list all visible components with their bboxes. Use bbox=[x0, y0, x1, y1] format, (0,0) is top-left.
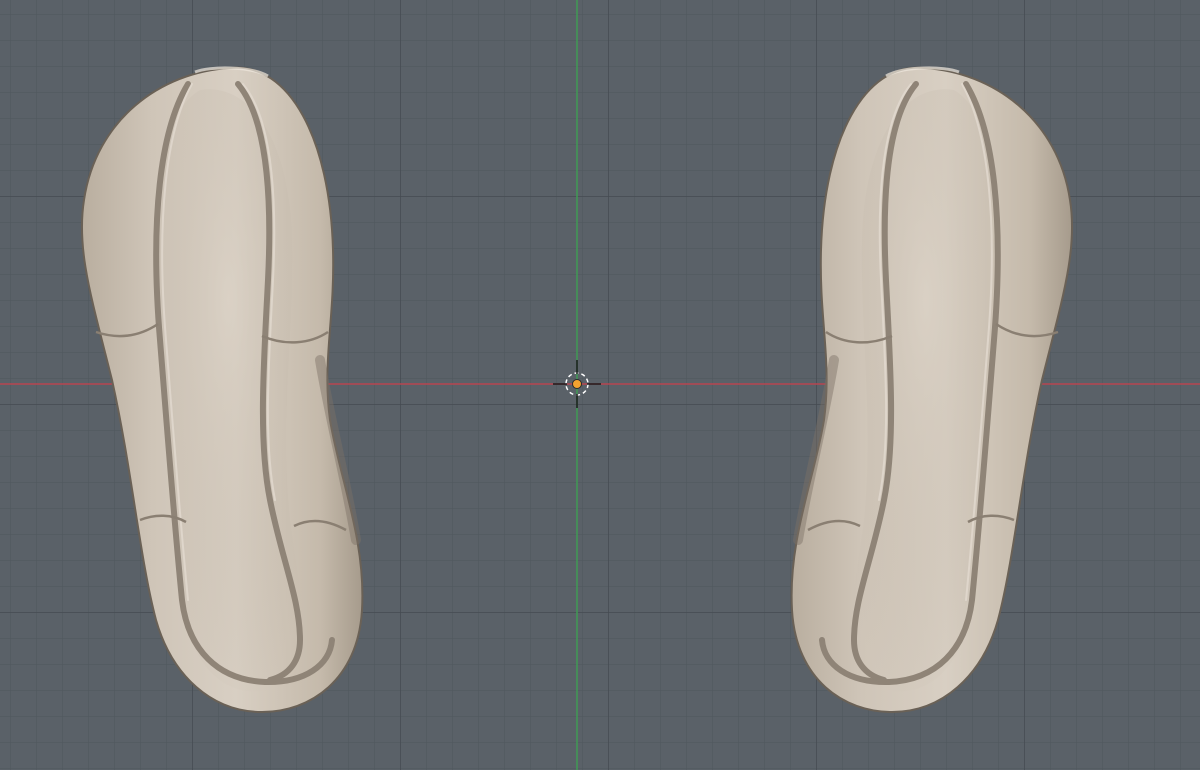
origin-dot-icon bbox=[572, 379, 582, 389]
3d-viewport[interactable] bbox=[0, 0, 1200, 770]
viewport-canvas bbox=[0, 0, 1200, 770]
